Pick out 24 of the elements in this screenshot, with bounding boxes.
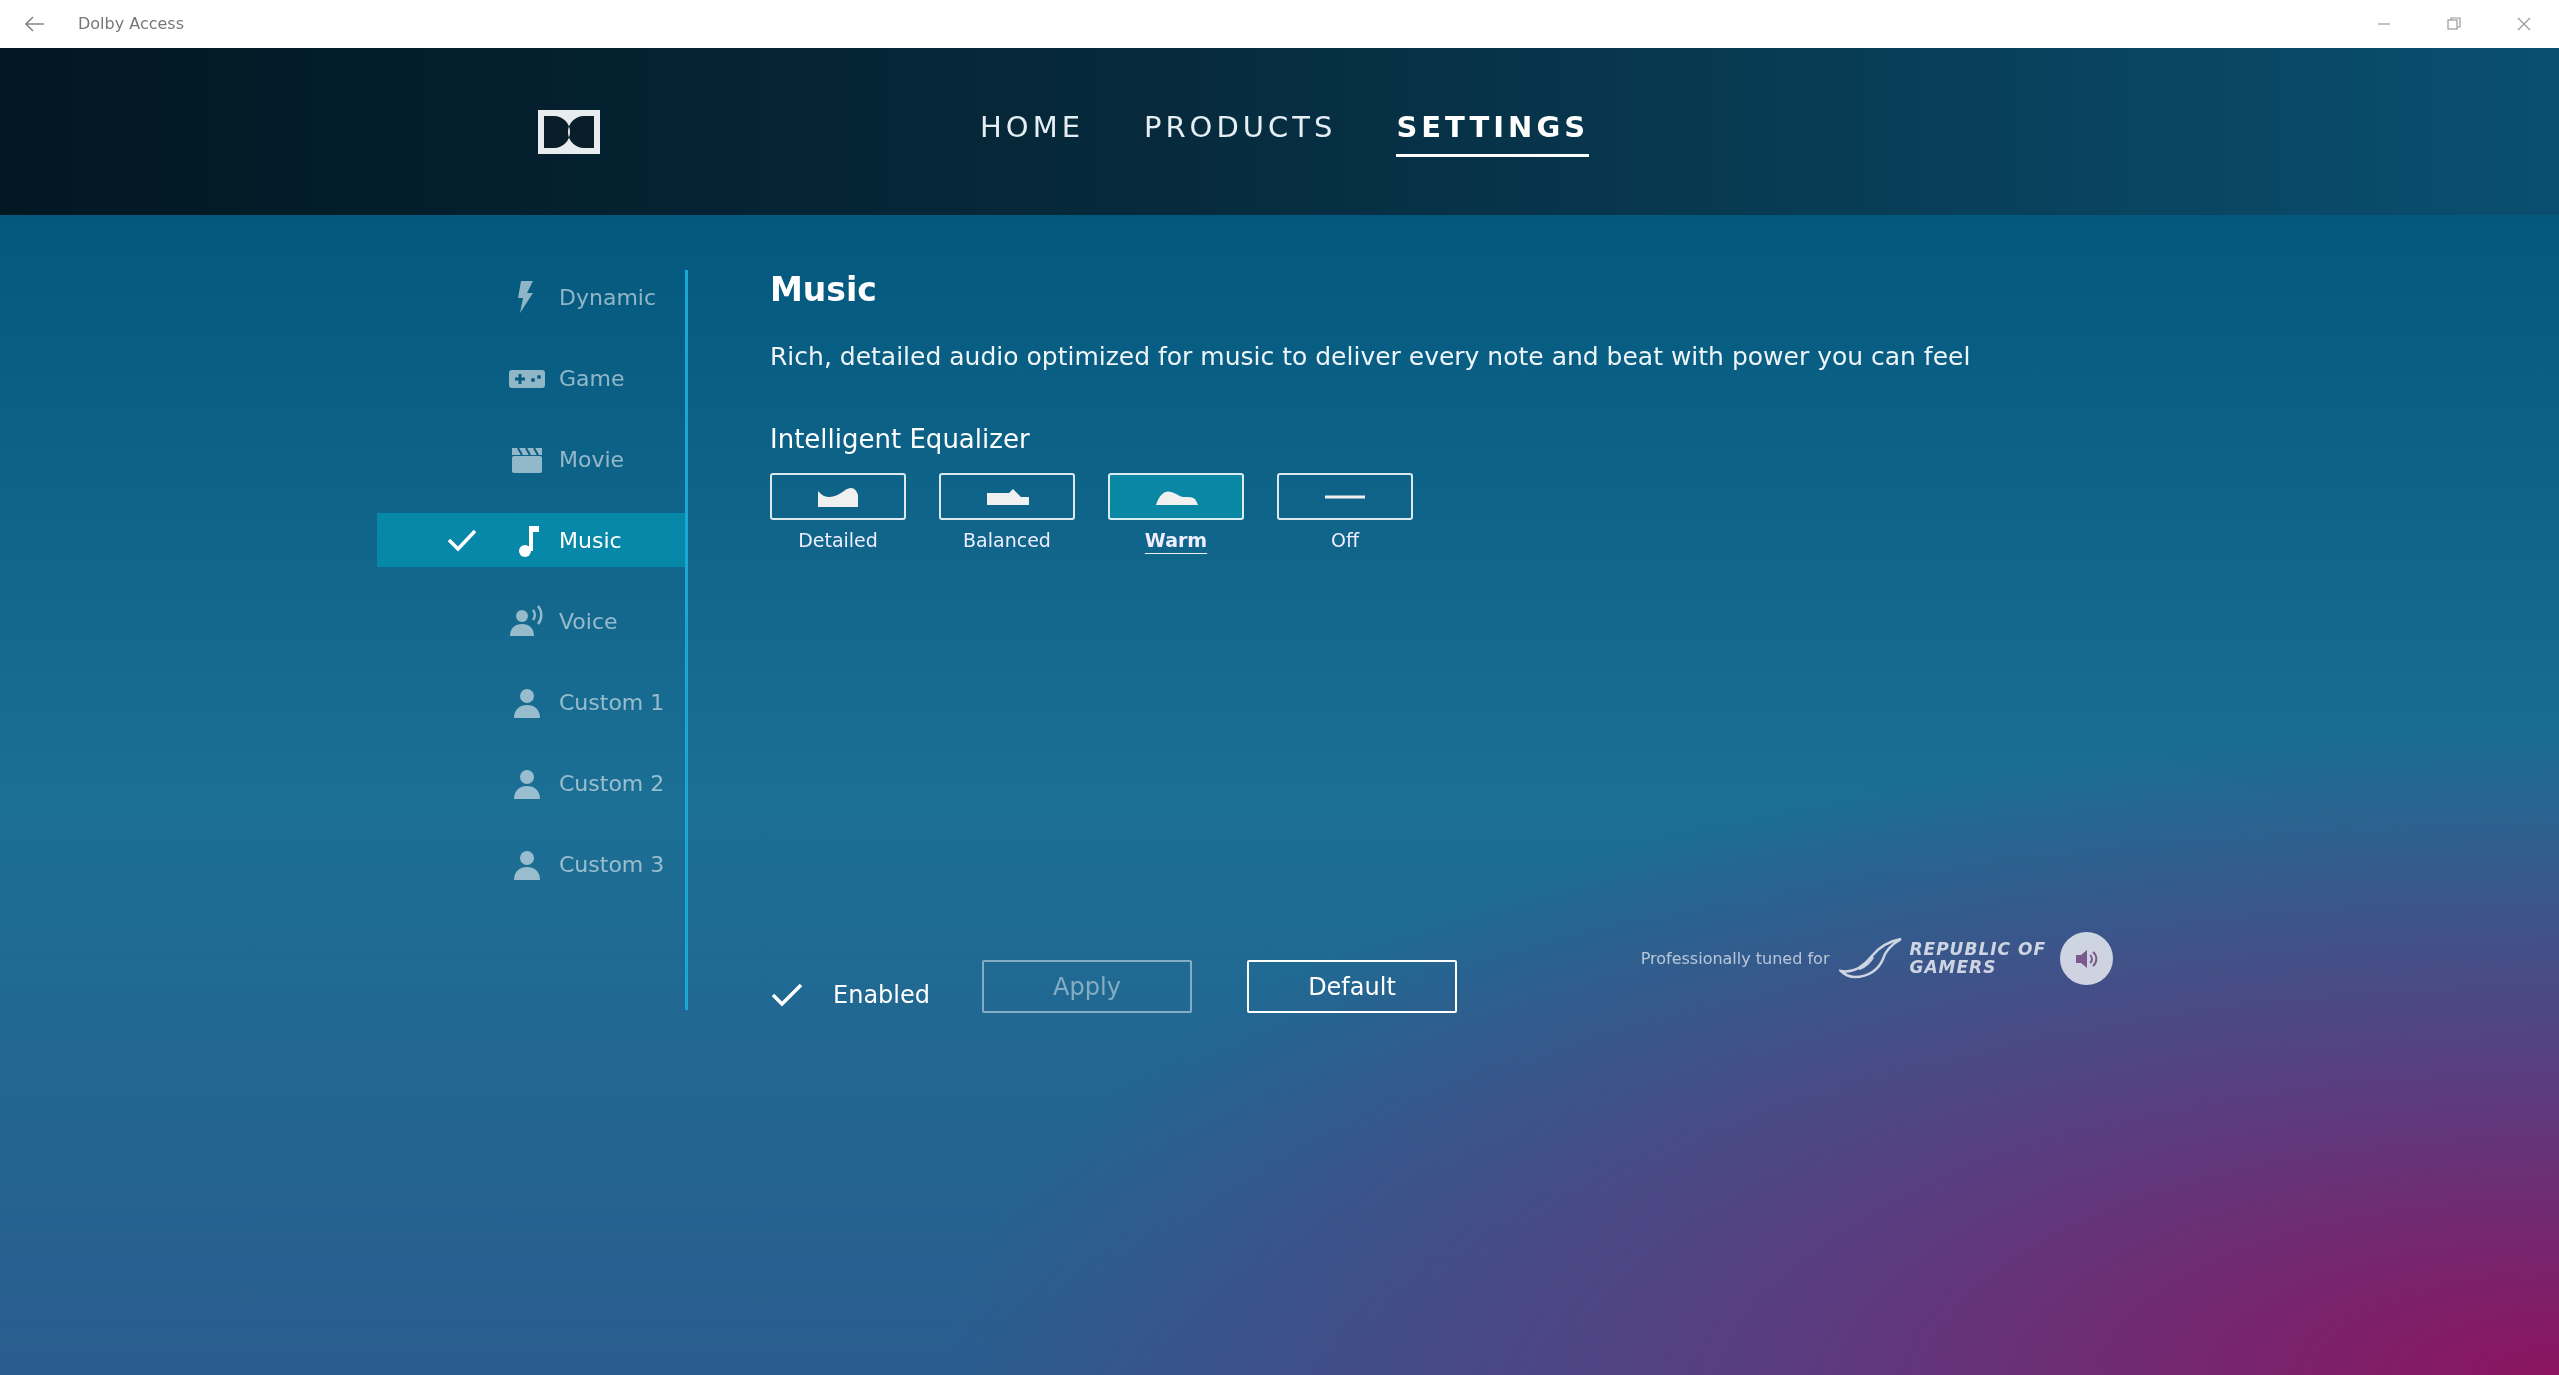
sidebar-item[interactable]: Custom 1 (377, 675, 685, 729)
sidebar-item[interactable]: Music (377, 513, 685, 567)
tuned-for-text: Professionally tuned for (1640, 947, 1830, 970)
default-button[interactable]: Default (1247, 960, 1457, 1013)
profile-description: Rich, detailed audio optimized for music to deliver every note and beat with power you can feel (770, 340, 1972, 373)
preset-label: Off (1330, 528, 1359, 554)
sidebar-item[interactable]: Dynamic (377, 270, 685, 324)
nav-tab[interactable]: HOME (980, 106, 1084, 157)
preset-label: Warm (1144, 528, 1208, 554)
profile-title: Music (770, 270, 878, 310)
sidebar-item[interactable]: Custom 3 (377, 837, 685, 891)
sidebar-item[interactable]: Movie (377, 432, 685, 486)
nav-tab[interactable]: PRODUCTS (1144, 106, 1337, 157)
sidebar-item[interactable]: Game (377, 351, 685, 405)
nav-tab[interactable]: SETTINGS (1396, 106, 1590, 157)
sidebar-item[interactable]: Voice (377, 594, 685, 648)
section-label: Intelligent Equalizer (770, 423, 1031, 457)
sidebar-item[interactable]: Custom 2 (377, 756, 685, 810)
brand-text: REPUBLIC OF (1909, 940, 2046, 959)
checkbox-label: Enabled (833, 980, 930, 1011)
preset-label: Balanced (963, 528, 1051, 554)
preset-label: Detailed (798, 528, 878, 554)
window-title: Dolby Access (78, 13, 185, 35)
brand-text: GAMERS (1909, 958, 1998, 977)
